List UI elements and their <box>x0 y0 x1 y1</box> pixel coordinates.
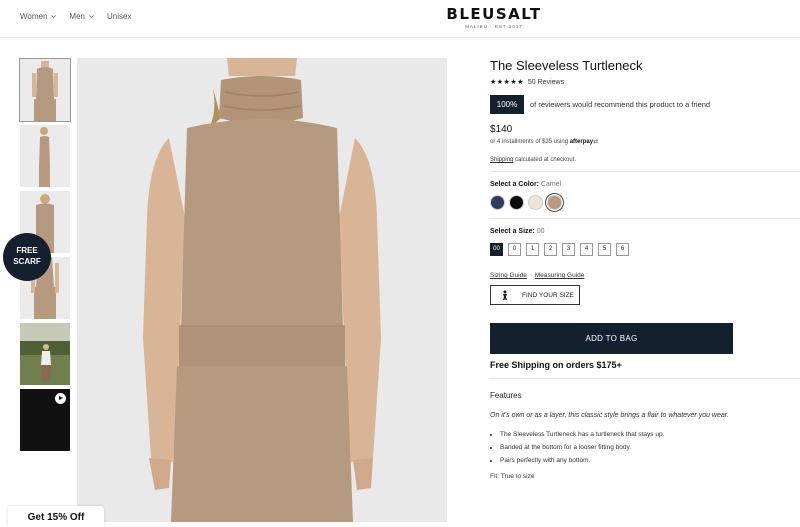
brand-name: BLEUSALT <box>446 5 542 23</box>
divider <box>490 378 800 379</box>
color-label: Select a Color: Camel <box>490 181 790 188</box>
get-15-off-button[interactable]: Get 15% Off <box>8 506 104 527</box>
size-option-5[interactable]: 5 <box>598 243 611 256</box>
swatch-cream[interactable] <box>528 195 543 210</box>
afterpay-text: or 4 installments of $35 using <box>490 139 569 145</box>
size-label: Select a Size: 00 <box>490 228 790 235</box>
size-options: 00 0 1 2 3 4 5 6 <box>490 243 790 256</box>
thumbnail-video[interactable] <box>20 389 70 451</box>
reviews-link[interactable]: 50 Reviews <box>528 79 564 86</box>
model-illustration <box>77 58 447 522</box>
divider <box>490 218 800 219</box>
add-to-bag-button[interactable]: ADD TO BAG <box>490 323 733 354</box>
color-value: Camel <box>540 181 562 188</box>
feature-item: Banded at the bottom for a looser fittin… <box>500 444 790 451</box>
free-scarf-badge[interactable]: FREE SCARF <box>3 233 51 281</box>
free-shipping-text: Free Shipping on orders $175+ <box>490 360 622 370</box>
feature-item: Pairs perfectly with any bottom. <box>500 457 790 464</box>
swatch-camel[interactable] <box>547 195 562 210</box>
shipping-text: calculated at checkout. <box>515 157 577 163</box>
thumbnail-front-image <box>20 59 70 121</box>
product-title: The Sleeveless Turtleneck <box>490 58 643 73</box>
free-scarf-line2: SCARF <box>13 257 41 266</box>
thumbnail-front[interactable] <box>19 58 71 122</box>
thumbnail-lifestyle[interactable] <box>20 323 70 385</box>
swatch-navy[interactable] <box>490 195 505 210</box>
product-rating[interactable]: ★★★★★ 50 Reviews <box>490 78 790 87</box>
divider <box>490 171 800 172</box>
free-scarf-line1: FREE <box>16 246 38 255</box>
find-your-size-label: FIND YOUR SIZE <box>522 291 574 299</box>
product-price: $140 <box>490 124 513 135</box>
product-tagline: On it's own or as a layer, this classic … <box>490 412 729 419</box>
shipping-link[interactable]: Shipping <box>490 157 513 163</box>
feature-item: The Sleeveless Turtleneck has a turtlene… <box>500 431 790 438</box>
thumbnail-side-image <box>20 125 70 187</box>
size-option-2[interactable]: 2 <box>544 243 557 256</box>
fit-note: Fit: True to size <box>490 473 535 480</box>
thumbnail-lifestyle-image <box>20 323 70 385</box>
size-option-4[interactable]: 4 <box>580 243 593 256</box>
play-icon[interactable] <box>55 393 66 404</box>
find-your-size-button[interactable]: FIND YOUR SIZE <box>490 285 580 305</box>
shipping-line: Shipping calculated at checkout. <box>490 157 790 163</box>
person-icon <box>503 290 507 300</box>
measuring-guide-link[interactable]: Measuring Guide <box>535 272 585 279</box>
brand-subtitle: MALIBU · EST 2017 <box>465 24 523 29</box>
afterpay-logo[interactable]: afterpay <box>570 139 593 145</box>
site-header: Women Men Unisex BLEUSALT MALIBU · EST 2… <box>0 0 800 38</box>
size-option-1[interactable]: 1 <box>526 243 539 256</box>
size-option-3[interactable]: 3 <box>562 243 575 256</box>
size-option-00[interactable]: 00 <box>490 243 503 256</box>
swatch-black[interactable] <box>509 195 524 210</box>
size-value: 00 <box>536 228 545 235</box>
color-swatches <box>490 195 790 210</box>
product-details: The Sleeveless Turtleneck ★★★★★ 50 Revie… <box>490 58 800 480</box>
size-guides: Sizing Guide Measuring Guide <box>490 272 790 279</box>
size-option-0[interactable]: 0 <box>508 243 521 256</box>
star-rating-icons: ★★★★★ <box>490 79 524 86</box>
main-product-image[interactable] <box>77 58 447 522</box>
size-option-6[interactable]: 6 <box>616 243 629 256</box>
sizing-guide-link[interactable]: Sizing Guide <box>490 272 527 279</box>
thumbnail-side[interactable] <box>20 125 70 187</box>
recommend-text: of reviewers would recommend this produc… <box>530 100 711 109</box>
features-heading: Features <box>490 391 522 400</box>
color-label-text: Select a Color: <box>490 181 540 188</box>
size-label-text: Select a Size: <box>490 228 535 235</box>
afterpay-line: or 4 installments of $35 using afterpay⇄ <box>490 138 790 145</box>
recommend-row: 100% of reviewers would recommend this p… <box>490 95 790 114</box>
afterpay-info-icon[interactable]: ⇄ <box>593 139 598 145</box>
brand-logo[interactable]: BLEUSALT MALIBU · EST 2017 <box>0 5 800 29</box>
recommend-badge: 100% <box>490 95 524 114</box>
feature-list: The Sleeveless Turtleneck has a turtlene… <box>490 431 790 464</box>
